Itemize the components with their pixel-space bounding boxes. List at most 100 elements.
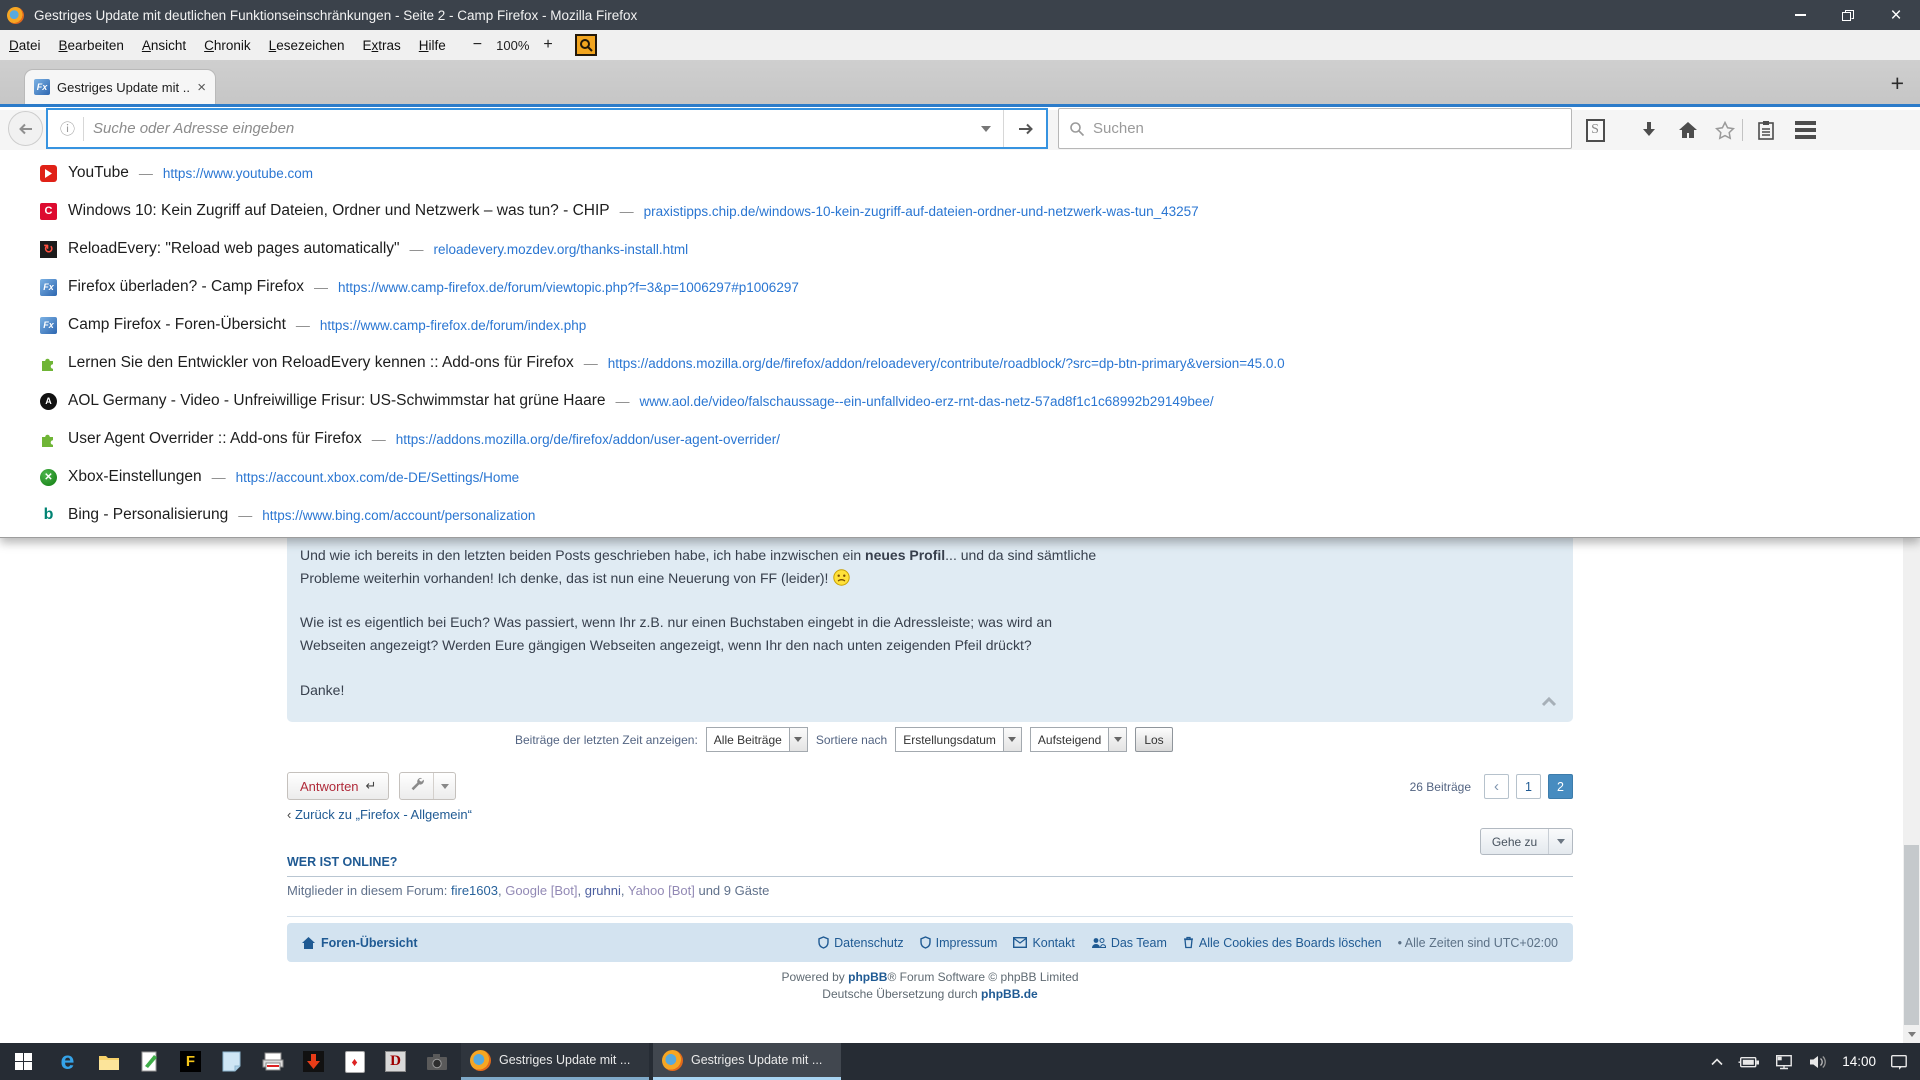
history-item-reloadevery[interactable]: ReloadEvery: "Reload web pages automatic…	[0, 230, 1920, 268]
bookmark-star-button[interactable]	[1708, 114, 1742, 146]
magnifier-icon	[579, 38, 593, 52]
translation-credit-line: Deutsche Übersetzung durch phpBB.de	[287, 987, 1573, 1001]
menu-extras[interactable]: Extras	[354, 30, 410, 60]
menu-ansicht[interactable]: Ansicht	[133, 30, 195, 60]
menu-hilfe[interactable]: Hilfe	[410, 30, 455, 60]
clock[interactable]: 14:00	[1842, 1054, 1876, 1069]
forum-index-link[interactable]: Foren-Übersicht	[302, 936, 418, 950]
bot-link[interactable]: Yahoo [Bot]	[628, 883, 695, 898]
go-button[interactable]	[1003, 110, 1046, 147]
search-bar[interactable]	[1058, 108, 1572, 149]
posts-filter-select[interactable]: Alle Beiträge	[706, 727, 808, 752]
delete-cookies-link[interactable]: Alle Cookies des Boards löschen	[1183, 936, 1382, 950]
taskbar-editor-button[interactable]	[129, 1043, 170, 1080]
url-input[interactable]	[93, 120, 969, 137]
taskbar-f-app-button[interactable]: F	[170, 1043, 211, 1080]
reply-button[interactable]: Antworten ↵	[287, 772, 389, 800]
volume-icon[interactable]	[1808, 1054, 1828, 1070]
taskbar-camera-button[interactable]	[416, 1043, 457, 1080]
user-link[interactable]: gruhni	[585, 883, 621, 898]
topic-tools-button[interactable]	[399, 772, 456, 800]
printer-icon	[262, 1052, 284, 1071]
close-icon: ×	[1890, 6, 1901, 25]
notes-icon	[222, 1051, 241, 1072]
user-link[interactable]: fire1603	[451, 883, 498, 898]
addon-puzzle-favicon	[40, 355, 57, 372]
url-bar[interactable]: ⓘ	[46, 108, 1048, 149]
action-center-icon[interactable]	[1890, 1054, 1908, 1070]
phpbb-de-link[interactable]: phpBB.de	[981, 987, 1038, 1001]
team-link[interactable]: Das Team	[1091, 936, 1167, 950]
scrollbar-down-arrow[interactable]	[1903, 1026, 1920, 1043]
go-sort-button[interactable]: Los	[1135, 727, 1172, 752]
tab-close-icon[interactable]: ×	[197, 79, 206, 96]
taskbar-download-manager-button[interactable]	[293, 1043, 334, 1080]
taskbar-d-app-button[interactable]: D	[375, 1043, 416, 1080]
back-to-forum-link[interactable]: Zurück zu „Firefox - Allgemein“	[295, 807, 472, 822]
menu-datei[interactable]: Datei	[0, 30, 50, 60]
history-item-xbox[interactable]: Xbox-Einstellungen—https://account.xbox.…	[0, 458, 1920, 496]
zoom-out-button[interactable]: −	[469, 36, 486, 54]
bot-link[interactable]: Google [Bot]	[505, 883, 577, 898]
page-2-button-active[interactable]: 2	[1548, 774, 1573, 799]
history-item-camp-firefox-index[interactable]: Camp Firefox - Foren-Übersicht—https://w…	[0, 306, 1920, 344]
jump-to-button[interactable]: Gehe zu	[1480, 828, 1573, 855]
search-input[interactable]	[1093, 120, 1571, 137]
page-1-button[interactable]: 1	[1516, 774, 1541, 799]
taskbar-cards-button[interactable]: ♦	[334, 1043, 375, 1080]
privacy-link[interactable]: Datenschutz	[818, 936, 903, 950]
taskbar-notes-button[interactable]	[211, 1043, 252, 1080]
zoom-in-button[interactable]: +	[539, 36, 556, 54]
phpbb-link[interactable]: phpBB	[848, 970, 887, 984]
history-item-chip[interactable]: Windows 10: Kein Zugriff auf Dateien, Or…	[0, 192, 1920, 230]
restore-button[interactable]	[1824, 0, 1872, 30]
taskbar-window-2-active[interactable]: Gestriges Update mit ...	[653, 1043, 841, 1080]
home-button[interactable]	[1671, 114, 1705, 146]
taskbar-file-explorer-button[interactable]	[88, 1043, 129, 1080]
new-tab-button[interactable]: +	[1891, 70, 1904, 97]
tab-gestriges-update[interactable]: Fx Gestriges Update mit ... ×	[24, 69, 216, 104]
pagination-row: 26 Beiträge ‹ 1 2	[1190, 774, 1573, 799]
addon-puzzle-favicon	[40, 431, 57, 448]
back-button[interactable]	[8, 111, 43, 146]
post-paragraph: Und wie ich bereits in den letzten beide…	[300, 544, 1096, 593]
battery-icon[interactable]	[1738, 1055, 1760, 1069]
menu-bearbeiten[interactable]: Bearbeiten	[50, 30, 133, 60]
sort-direction-select[interactable]: Aufsteigend	[1030, 727, 1127, 752]
scrapbook-button[interactable]: S	[1578, 114, 1612, 146]
taskbar-printer-button[interactable]	[252, 1043, 293, 1080]
downloads-button[interactable]	[1632, 114, 1666, 146]
history-item-bing[interactable]: Bing - Personalisierung—https://www.bing…	[0, 496, 1920, 534]
forum-post-panel: Und wie ich bereits in den letzten beide…	[287, 538, 1573, 722]
menu-lesezeichen[interactable]: Lesezeichen	[260, 30, 354, 60]
aol-favicon	[40, 393, 57, 410]
file-explorer-icon	[98, 1053, 120, 1071]
close-button[interactable]: ×	[1872, 0, 1920, 30]
history-item-addons-reloadevery[interactable]: Lernen Sie den Entwickler von ReloadEver…	[0, 344, 1920, 382]
imprint-link[interactable]: Impressum	[920, 936, 998, 950]
restore-icon	[1840, 7, 1856, 23]
taskbar-edge-button[interactable]: e	[47, 1043, 88, 1080]
sort-field-select[interactable]: Erstellungsdatum	[895, 727, 1022, 752]
tray-chevron-up-icon[interactable]	[1710, 1056, 1724, 1068]
post-paragraph: Wie ist es eigentlich bei Euch? Was pass…	[300, 611, 1052, 657]
menu-button[interactable]	[1788, 114, 1822, 146]
scrollbar-thumb[interactable]	[1904, 845, 1919, 1025]
menu-chronik[interactable]: Chronik	[195, 30, 260, 60]
history-item-youtube[interactable]: YouTube—https://www.youtube.com	[0, 154, 1920, 192]
taskbar-window-1[interactable]: Gestriges Update mit ...	[461, 1043, 649, 1080]
bookmarks-menu-button[interactable]	[1749, 114, 1783, 146]
network-icon[interactable]	[1774, 1054, 1794, 1070]
previous-page-button[interactable]: ‹	[1484, 774, 1509, 799]
start-button[interactable]	[0, 1043, 47, 1080]
zoom-addon-button[interactable]	[575, 34, 597, 56]
minimize-button[interactable]	[1776, 0, 1824, 30]
contact-link[interactable]: Kontakt	[1013, 936, 1074, 950]
history-item-camp-firefox-topic[interactable]: Firefox überladen? - Camp Firefox—https:…	[0, 268, 1920, 306]
urlbar-separator	[83, 117, 84, 141]
page-info-icon[interactable]: ⓘ	[60, 118, 75, 139]
scroll-to-top-button[interactable]	[1541, 694, 1557, 712]
history-item-aol[interactable]: AOL Germany - Video - Unfreiwillige Fris…	[0, 382, 1920, 420]
urlbar-dropdown-chevron-icon[interactable]	[981, 126, 991, 132]
history-item-addons-useragent[interactable]: User Agent Overrider :: Add-ons für Fire…	[0, 420, 1920, 458]
